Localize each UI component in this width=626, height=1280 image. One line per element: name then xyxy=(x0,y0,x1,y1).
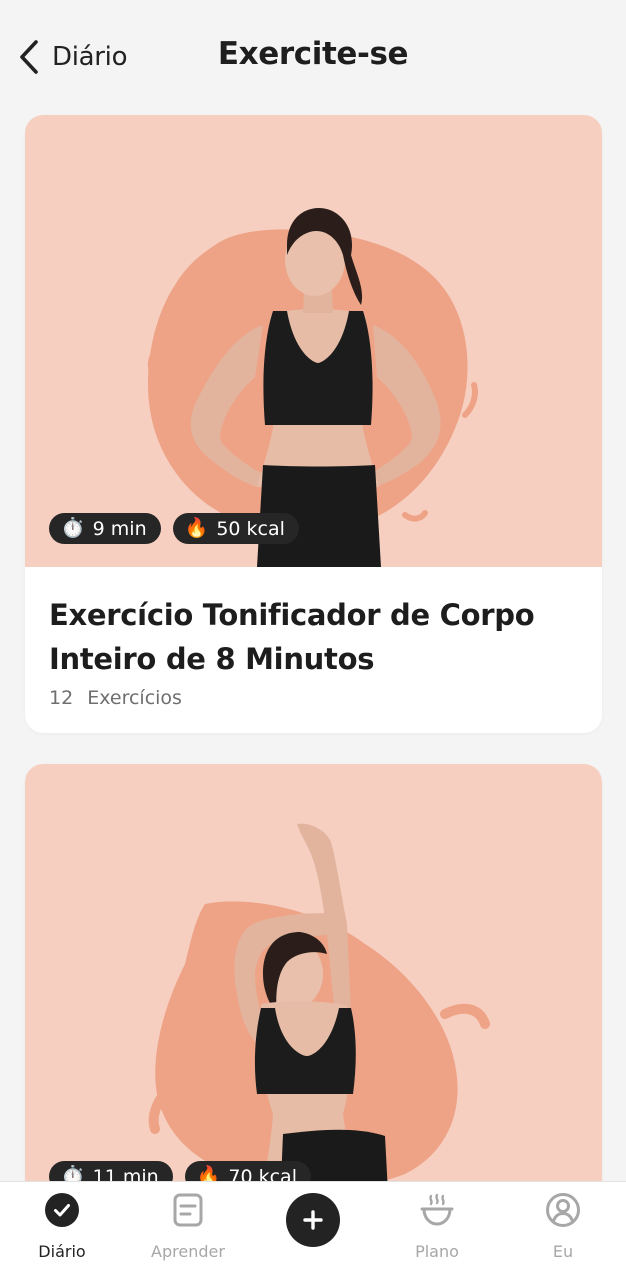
page-title: Exercite-se xyxy=(217,36,409,72)
calories-value: 50 kcal xyxy=(216,517,285,540)
workout-info: Exercício Tonificador de Corpo Inteiro d… xyxy=(25,567,602,709)
tab-aprender[interactable]: Aprender xyxy=(133,1190,243,1261)
tab-label: Diário xyxy=(38,1242,86,1261)
timer-icon: ⏱️ xyxy=(61,517,85,539)
fire-icon: 🔥 xyxy=(184,517,209,539)
workout-stats: ⏱️ 9 min 🔥 50 kcal xyxy=(49,513,299,544)
check-circle-icon xyxy=(42,1190,82,1230)
exercise-count: 12 Exercícios xyxy=(49,687,578,709)
document-icon xyxy=(168,1190,208,1230)
duration-badge: ⏱️ 9 min xyxy=(49,513,161,544)
exercise-count-number: 12 xyxy=(49,687,74,709)
tab-plano[interactable]: Plano xyxy=(382,1190,492,1261)
workout-title: Exercício Tonificador de Corpo Inteiro d… xyxy=(49,593,578,681)
workout-title-line-2: Inteiro de 8 Minutos xyxy=(49,642,375,676)
add-button[interactable] xyxy=(286,1193,340,1247)
tab-label: Aprender xyxy=(151,1242,225,1261)
workout-illustration xyxy=(147,208,478,567)
duration-value: 9 min xyxy=(92,517,147,540)
workout-image: ⏱️ 9 min 🔥 50 kcal xyxy=(25,115,602,567)
profile-icon xyxy=(543,1190,583,1230)
exercise-count-label: Exercícios xyxy=(87,687,182,709)
tab-diario[interactable]: Diário xyxy=(7,1190,117,1261)
workout-title-line-1: Exercício Tonificador de Corpo xyxy=(49,598,535,632)
plus-icon xyxy=(303,1210,323,1230)
calories-badge: 🔥 50 kcal xyxy=(172,513,299,544)
tab-label: Eu xyxy=(552,1242,574,1261)
header: Diário Exercite-se xyxy=(0,0,626,112)
workout-card[interactable]: ⏱️ 9 min 🔥 50 kcal Exercício Tonificador… xyxy=(25,115,602,733)
tab-label: Plano xyxy=(415,1242,459,1261)
tab-eu[interactable]: Eu xyxy=(508,1190,618,1261)
screen: Diário Exercite-se ⏱️ 9 min 🔥 50 kcal Ex… xyxy=(0,0,626,1280)
bottom-tab-bar: Diário Aprender Plano Eu xyxy=(0,1181,626,1280)
bowl-icon xyxy=(417,1190,457,1230)
